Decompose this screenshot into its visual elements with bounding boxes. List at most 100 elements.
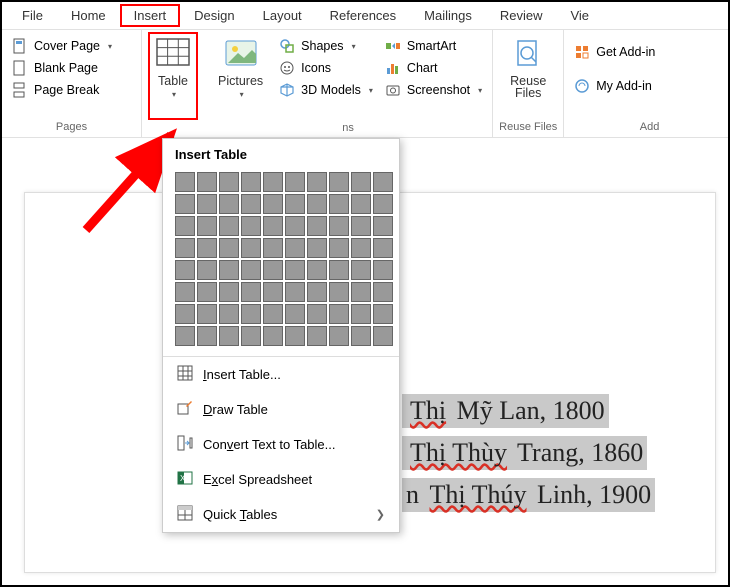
grid-cell[interactable] (307, 172, 327, 192)
grid-cell[interactable] (263, 216, 283, 236)
doc-line-1[interactable]: Thị Mỹ Lan, 1800 (402, 394, 609, 428)
grid-cell[interactable] (263, 238, 283, 258)
grid-cell[interactable] (197, 326, 217, 346)
grid-cell[interactable] (197, 194, 217, 214)
tab-home[interactable]: Home (57, 4, 120, 27)
grid-cell[interactable] (175, 326, 195, 346)
tab-insert[interactable]: Insert (120, 4, 181, 27)
grid-cell[interactable] (175, 216, 195, 236)
grid-cell[interactable] (285, 194, 305, 214)
grid-cell[interactable] (285, 238, 305, 258)
doc-line-3[interactable]: n Thị Thúy Linh, 1900 (402, 478, 655, 512)
my-addins-button[interactable]: My Add-in (570, 76, 659, 96)
grid-cell[interactable] (263, 260, 283, 280)
grid-cell[interactable] (307, 304, 327, 324)
grid-cell[interactable] (307, 216, 327, 236)
grid-cell[interactable] (197, 282, 217, 302)
grid-cell[interactable] (175, 194, 195, 214)
grid-cell[interactable] (219, 238, 239, 258)
page-break-button[interactable]: Page Break (8, 80, 135, 100)
get-addins-button[interactable]: Get Add-in (570, 42, 659, 62)
convert-text-item[interactable]: Convert Text to Table... (163, 427, 399, 462)
tab-references[interactable]: References (316, 4, 410, 27)
grid-cell[interactable] (175, 172, 195, 192)
reuse-files-button[interactable]: Reuse Files (499, 32, 557, 119)
grid-cell[interactable] (329, 216, 349, 236)
grid-cell[interactable] (329, 238, 349, 258)
grid-cell[interactable] (351, 238, 371, 258)
grid-cell[interactable] (285, 216, 305, 236)
grid-cell[interactable] (241, 172, 261, 192)
grid-cell[interactable] (307, 326, 327, 346)
grid-cell[interactable] (351, 326, 371, 346)
chart-button[interactable]: Chart (381, 58, 486, 78)
grid-cell[interactable] (197, 216, 217, 236)
excel-spreadsheet-item[interactable]: X Excel Spreadsheet (163, 462, 399, 497)
grid-cell[interactable] (373, 216, 393, 236)
grid-cell[interactable] (329, 260, 349, 280)
grid-cell[interactable] (373, 194, 393, 214)
grid-cell[interactable] (307, 260, 327, 280)
grid-cell[interactable] (219, 260, 239, 280)
grid-cell[interactable] (263, 326, 283, 346)
grid-cell[interactable] (373, 260, 393, 280)
grid-cell[interactable] (373, 282, 393, 302)
grid-cell[interactable] (241, 238, 261, 258)
3d-models-button[interactable]: 3D Models▾ (275, 80, 377, 100)
grid-cell[interactable] (175, 282, 195, 302)
grid-cell[interactable] (263, 172, 283, 192)
grid-cell[interactable] (241, 304, 261, 324)
grid-cell[interactable] (329, 304, 349, 324)
grid-cell[interactable] (175, 304, 195, 324)
cover-page-button[interactable]: Cover Page▾ (8, 36, 135, 56)
grid-cell[interactable] (307, 238, 327, 258)
grid-cell[interactable] (219, 326, 239, 346)
grid-cell[interactable] (285, 326, 305, 346)
grid-cell[interactable] (307, 194, 327, 214)
grid-cell[interactable] (285, 304, 305, 324)
quick-tables-item[interactable]: Quick Tables ❯ (163, 497, 399, 532)
grid-cell[interactable] (351, 216, 371, 236)
tab-design[interactable]: Design (180, 4, 248, 27)
shapes-button[interactable]: Shapes▾ (275, 36, 377, 56)
grid-cell[interactable] (197, 304, 217, 324)
grid-cell[interactable] (219, 304, 239, 324)
draw-table-item[interactable]: Draw Table (163, 392, 399, 427)
screenshot-button[interactable]: Screenshot▾ (381, 80, 486, 100)
grid-cell[interactable] (329, 172, 349, 192)
grid-cell[interactable] (285, 172, 305, 192)
table-button[interactable]: Table ▾ (148, 32, 198, 120)
grid-cell[interactable] (219, 172, 239, 192)
grid-cell[interactable] (351, 194, 371, 214)
grid-cell[interactable] (197, 238, 217, 258)
grid-cell[interactable] (175, 238, 195, 258)
grid-cell[interactable] (219, 194, 239, 214)
grid-cell[interactable] (263, 304, 283, 324)
blank-page-button[interactable]: Blank Page (8, 58, 135, 78)
grid-cell[interactable] (373, 238, 393, 258)
grid-cell[interactable] (373, 326, 393, 346)
grid-cell[interactable] (219, 282, 239, 302)
icons-button[interactable]: Icons (275, 58, 377, 78)
tab-review[interactable]: Review (486, 4, 557, 27)
grid-cell[interactable] (351, 304, 371, 324)
grid-cell[interactable] (241, 216, 261, 236)
grid-cell[interactable] (329, 326, 349, 346)
grid-cell[interactable] (285, 282, 305, 302)
grid-cell[interactable] (373, 172, 393, 192)
grid-cell[interactable] (351, 172, 371, 192)
grid-cell[interactable] (175, 260, 195, 280)
grid-cell[interactable] (329, 194, 349, 214)
tab-file[interactable]: File (8, 4, 57, 27)
grid-cell[interactable] (351, 282, 371, 302)
grid-cell[interactable] (241, 260, 261, 280)
smartart-button[interactable]: SmartArt (381, 36, 486, 56)
doc-line-2[interactable]: Thị Thùy Trang, 1860 (402, 436, 647, 470)
grid-cell[interactable] (263, 282, 283, 302)
grid-cell[interactable] (241, 282, 261, 302)
tab-view[interactable]: Vie (556, 4, 603, 27)
pictures-button[interactable]: Pictures ▾ (210, 32, 271, 120)
grid-cell[interactable] (329, 282, 349, 302)
grid-cell[interactable] (241, 326, 261, 346)
table-size-grid[interactable] (163, 170, 399, 356)
